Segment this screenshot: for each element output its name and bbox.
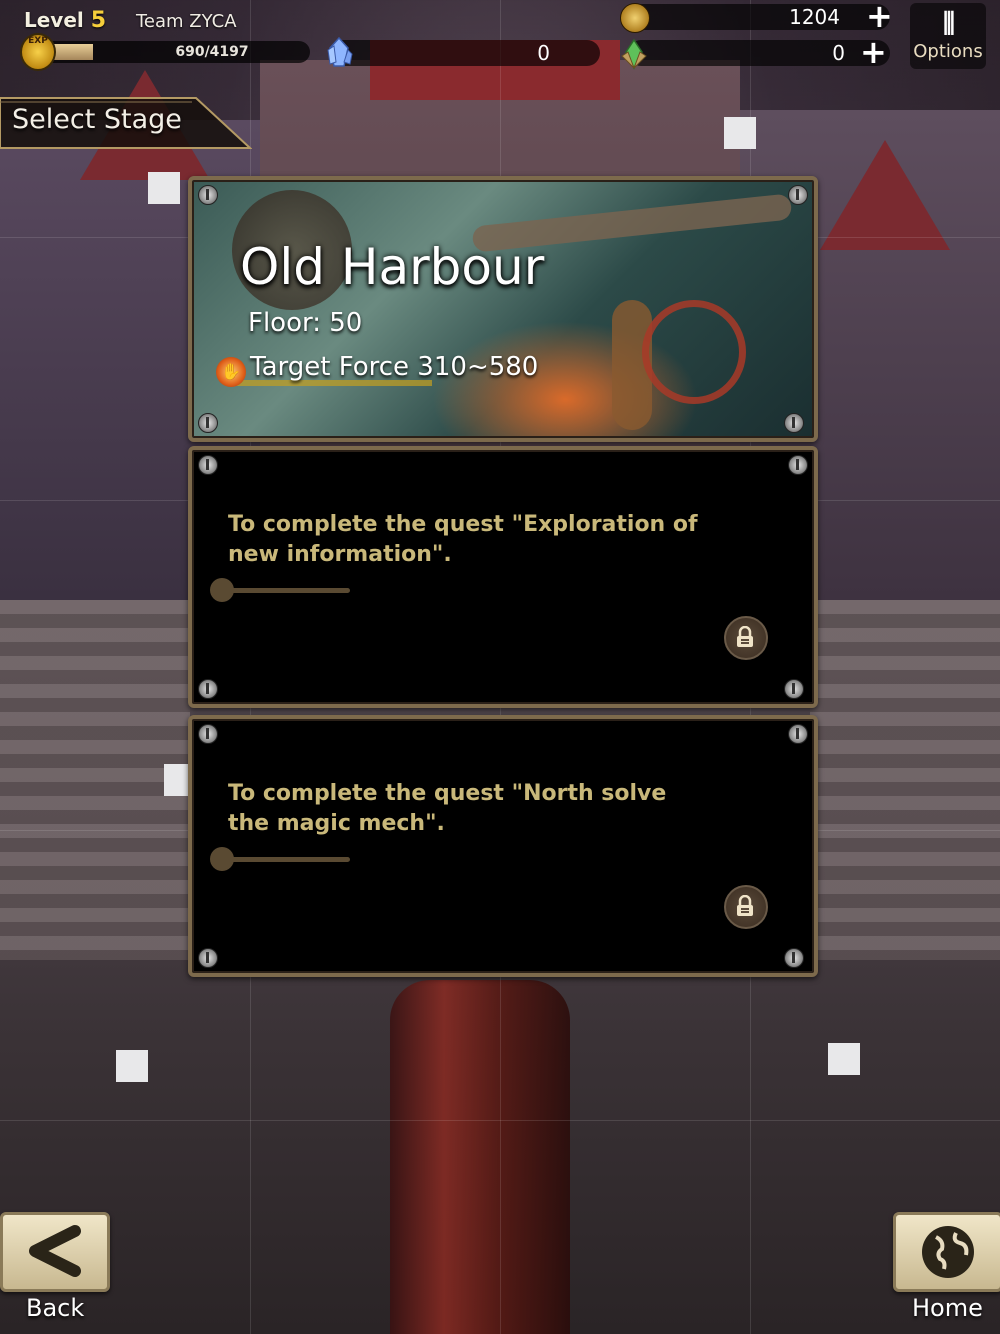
stage-floor: Floor: 50	[248, 308, 363, 338]
level-label: Level	[24, 8, 84, 32]
player-level: Level 5	[24, 8, 106, 33]
stage-target-force: Target Force 310~580	[250, 352, 539, 382]
crystal-value: 0	[537, 41, 550, 65]
placeholder-patch	[724, 117, 756, 149]
gem-value: 0	[832, 41, 845, 65]
stairs-left	[0, 600, 190, 960]
gold-coin-icon	[620, 3, 650, 33]
character-figure	[390, 980, 570, 1334]
hero-art-wheel	[642, 300, 746, 404]
back-button[interactable]	[0, 1212, 110, 1292]
quest-requirement-text: To complete the quest "North solve the m…	[228, 781, 667, 836]
quest-requirement-text: To complete the quest "Exploration of ne…	[228, 512, 698, 567]
placeholder-patch	[116, 1050, 148, 1082]
rivet-icon	[784, 679, 804, 699]
exp-badge-label: EXP	[28, 36, 48, 46]
stairs-right	[810, 600, 1000, 960]
rivet-icon	[198, 455, 218, 475]
rivet-icon	[788, 185, 808, 205]
rivet-icon	[788, 724, 808, 744]
quest-progress-bar	[210, 578, 350, 602]
select-stage-title: Select Stage	[12, 104, 182, 135]
rivet-icon	[198, 185, 218, 205]
grid-line	[0, 1120, 1000, 1121]
rivet-icon	[198, 948, 218, 968]
add-gold-button[interactable]: +	[866, 0, 893, 32]
quest-card[interactable]: To complete the quest "North solve the m…	[188, 715, 818, 977]
exp-text: 690/4197	[175, 44, 249, 60]
rivet-icon	[198, 724, 218, 744]
placeholder-patch	[164, 764, 188, 796]
level-value: 5	[90, 8, 107, 33]
hero-art-rail	[232, 380, 432, 438]
rivet-icon	[784, 413, 804, 433]
quest-progress-bar	[210, 847, 350, 871]
options-icon: ⫼	[943, 9, 955, 39]
exp-bar: 690/4197	[52, 41, 310, 63]
top-bar: Level 5 690/4197 EXP Team ZYCA 1204 + 0 …	[0, 0, 1000, 75]
placeholder-patch	[148, 172, 180, 204]
quest-progress-knob	[210, 578, 234, 602]
rivet-icon	[784, 948, 804, 968]
select-stage-banner: Select Stage	[0, 96, 252, 150]
team-name: Team ZYCA	[136, 11, 237, 32]
quest-card[interactable]: To complete the quest "Exploration of ne…	[188, 446, 818, 708]
add-gem-button[interactable]: +	[860, 36, 887, 68]
crystal-icon	[327, 36, 353, 67]
quest-progress-knob	[210, 847, 234, 871]
green-gem-icon	[621, 38, 647, 70]
paw-force-icon: ✋	[216, 357, 246, 387]
rivet-icon	[788, 455, 808, 475]
exp-fill	[52, 44, 93, 60]
home-label[interactable]: Home	[912, 1294, 983, 1322]
back-arrow-icon	[29, 1225, 81, 1277]
globe-icon	[922, 1226, 974, 1278]
stage-name: Old Harbour	[240, 238, 545, 296]
home-button[interactable]	[893, 1212, 1000, 1292]
options-button[interactable]: ⫼ Options	[910, 3, 986, 69]
options-label: Options	[913, 41, 983, 62]
gold-value: 1204	[789, 5, 840, 29]
placeholder-patch	[828, 1043, 860, 1075]
lock-icon[interactable]	[724, 616, 768, 660]
exp-badge-icon: EXP	[20, 33, 56, 71]
rivet-icon	[198, 413, 218, 433]
rivet-icon	[198, 679, 218, 699]
back-label[interactable]: Back	[26, 1294, 84, 1322]
stage-card[interactable]: Old Harbour Floor: 50 ✋ Target Force 310…	[188, 176, 818, 442]
lock-icon[interactable]	[724, 885, 768, 929]
